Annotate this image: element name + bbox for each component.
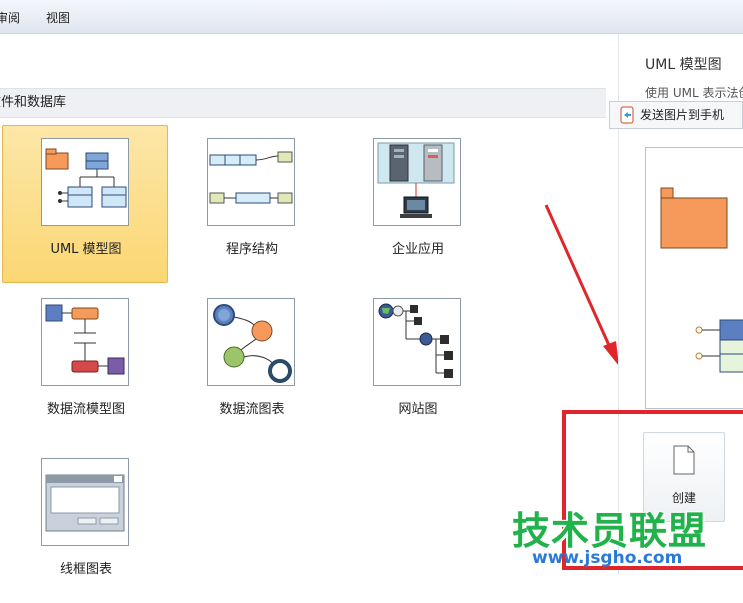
phone-icon: [620, 106, 634, 124]
preview-title: UML 模型图: [645, 57, 722, 73]
send-to-phone-label: 发送图片到手机: [640, 108, 725, 122]
watermark: 技术员联盟 www.jsgho.com: [512, 500, 742, 574]
preview-description: 使用 UML 表示法创: [645, 86, 743, 100]
template-preview: [645, 147, 743, 409]
new-document-icon: [673, 445, 695, 475]
send-to-phone-button[interactable]: 发送图片到手机: [609, 101, 743, 129]
watermark-text: 技术员联盟: [512, 509, 708, 553]
watermark-url: www.jsgho.com: [532, 548, 683, 568]
uml-preview-icon: [660, 187, 743, 373]
